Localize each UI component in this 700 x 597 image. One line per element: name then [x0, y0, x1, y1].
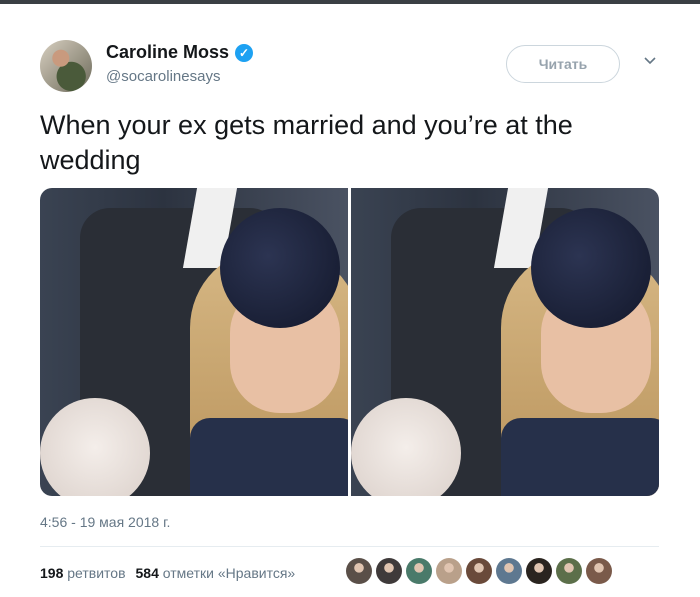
liker-avatar[interactable]: [376, 558, 402, 584]
liker-avatar[interactable]: [406, 558, 432, 584]
retweets-count: 198: [40, 565, 64, 581]
tweet-stats: 198 ретвитов 584 отметки «Нравится»: [40, 565, 295, 581]
tweet-media[interactable]: [40, 188, 659, 496]
liker-avatar[interactable]: [586, 558, 612, 584]
follow-button[interactable]: Читать: [506, 45, 620, 83]
likes-stat[interactable]: 584 отметки «Нравится»: [136, 565, 296, 581]
retweets-label: ретвитов: [67, 565, 126, 581]
chevron-down-icon[interactable]: [640, 54, 660, 74]
media-frame-left[interactable]: [40, 188, 348, 496]
user-handle[interactable]: @socarolinesays: [106, 68, 220, 85]
verified-badge-icon: ✓: [235, 43, 254, 62]
liker-avatars: [346, 558, 612, 584]
tweet-header: Caroline Moss ✓ @socarolinesays Читать: [40, 36, 670, 96]
tweet-text: When your ex gets married and you’re at …: [40, 110, 573, 175]
liker-avatar[interactable]: [556, 558, 582, 584]
divider: [40, 546, 659, 547]
likes-label: отметки «Нравится»: [162, 565, 296, 581]
media-frame-right[interactable]: [351, 188, 659, 496]
avatar[interactable]: [40, 40, 92, 92]
top-bar: [0, 0, 700, 4]
liker-avatar[interactable]: [436, 558, 462, 584]
liker-avatar[interactable]: [466, 558, 492, 584]
liker-avatar[interactable]: [526, 558, 552, 584]
name-row: Caroline Moss ✓: [106, 42, 254, 63]
likes-count: 584: [135, 565, 159, 581]
retweets-stat[interactable]: 198 ретвитов: [40, 565, 126, 581]
liker-avatar[interactable]: [496, 558, 522, 584]
tweet-timestamp[interactable]: 4:56 - 19 мая 2018 г.: [40, 514, 170, 530]
liker-avatar[interactable]: [346, 558, 372, 584]
display-name[interactable]: Caroline Moss: [106, 42, 229, 63]
